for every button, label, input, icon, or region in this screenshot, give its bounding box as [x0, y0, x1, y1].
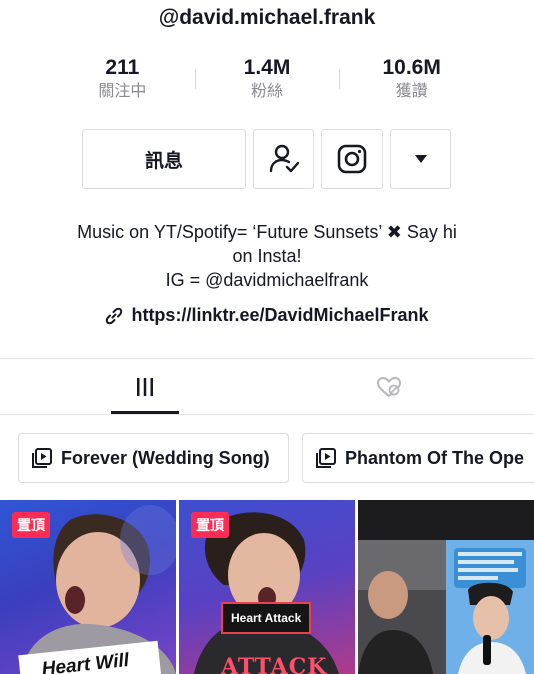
stat-following-value: 211: [105, 56, 140, 79]
stat-following[interactable]: 211 關注中: [50, 55, 195, 107]
stat-likes[interactable]: 10.6M 獲讚: [339, 55, 484, 107]
playlist-icon: [32, 448, 52, 468]
section-divider: [0, 358, 534, 359]
bio-line-1: Music on YT/Spotify= ‘Future Sunsets’ ✖ …: [77, 222, 457, 242]
hidden-heart-icon: [376, 376, 402, 398]
video-thumbnail-image: [358, 540, 534, 674]
person-check-icon: [269, 144, 299, 173]
video-thumbnail[interactable]: 置頂 Heart Attack ATTACK: [179, 500, 355, 674]
stat-following-label: 關注中: [98, 83, 147, 100]
pinned-badge: 置頂: [191, 512, 229, 538]
profile-bio: Music on YT/Spotify= ‘Future Sunsets’ ✖ …: [0, 220, 534, 292]
profile-handle: @david.michael.frank: [158, 6, 376, 29]
video-thumbnail[interactable]: 置頂 Heart Will: [0, 500, 176, 674]
playlist-card[interactable]: Forever (Wedding Song): [18, 433, 289, 483]
following-status-button[interactable]: [253, 129, 314, 189]
profile-stats: 211 關注中 1.4M 粉絲 10.6M 獲讚: [50, 55, 484, 107]
link-icon: [106, 307, 123, 324]
video-thumbnail[interactable]: [358, 500, 534, 674]
tabs-divider: [0, 414, 534, 415]
video-caption-overlay: Heart Attack: [221, 602, 312, 634]
instagram-button[interactable]: [321, 129, 383, 189]
tab-liked[interactable]: [355, 360, 423, 414]
profile-link[interactable]: https://linktr.ee/DavidMichaelFrank: [0, 305, 534, 326]
bio-line-3: IG = @davidmichaelfrank: [165, 270, 369, 290]
message-button-label: 訊息: [144, 150, 183, 172]
playlist-title: Forever (Wedding Song): [61, 447, 270, 468]
more-options-button[interactable]: [390, 129, 451, 189]
message-button[interactable]: 訊息: [82, 129, 246, 189]
stat-likes-label: 獲讚: [395, 83, 428, 100]
playlist-icon: [316, 448, 336, 468]
video-title-overlay: ATTACK: [221, 654, 328, 674]
caret-down-icon: [414, 155, 427, 163]
instagram-icon: [337, 144, 367, 174]
pinned-badge: 置頂: [12, 512, 50, 538]
bio-line-2: on Insta!: [232, 246, 302, 266]
playlist-card[interactable]: Phantom Of The Ope: [302, 433, 534, 483]
profile-link-text: https://linktr.ee/DavidMichaelFrank: [131, 305, 429, 325]
tab-videos[interactable]: [111, 360, 179, 414]
stat-likes-value: 10.6M: [382, 56, 441, 79]
stat-followers-label: 粉絲: [251, 83, 284, 100]
grid-bars-icon: [137, 378, 153, 396]
playlist-title: Phantom Of The Ope: [345, 447, 525, 468]
stat-followers-value: 1.4M: [243, 56, 291, 79]
stat-followers[interactable]: 1.4M 粉絲: [194, 55, 340, 107]
